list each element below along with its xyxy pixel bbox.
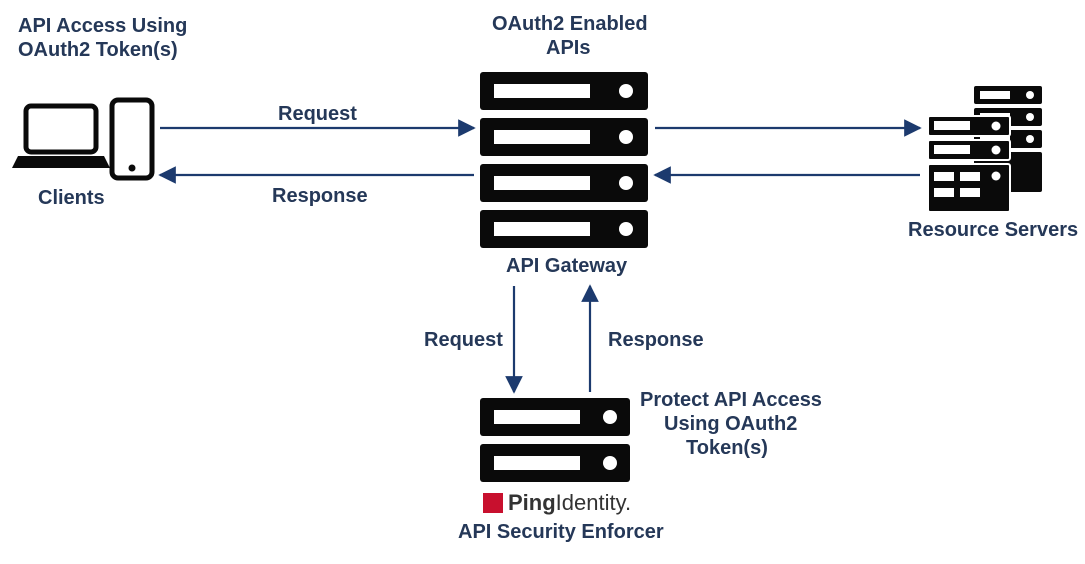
- gateway-title-line2: APIs: [546, 36, 590, 60]
- edge-label-response-vert: Response: [608, 328, 704, 352]
- server-stack-gateway-icon: [480, 72, 648, 248]
- protect-line1: Protect API Access: [640, 388, 822, 412]
- rack-icon: [928, 86, 1042, 212]
- brand-label: PingIdentity.: [508, 490, 631, 516]
- diagram-canvas: API Access Using OAuth2 Token(s) Clients…: [0, 0, 1085, 564]
- gateway-caption: API Gateway: [506, 254, 627, 278]
- resource-caption: Resource Servers: [908, 218, 1078, 242]
- enforcer-caption: API Security Enforcer: [458, 520, 664, 544]
- phone-icon: [112, 100, 152, 178]
- brand-ping: Ping: [508, 490, 556, 515]
- clients-caption: Clients: [38, 186, 105, 210]
- svg-layer: [0, 0, 1085, 564]
- clients-title-line2: OAuth2 Token(s): [18, 38, 178, 62]
- edge-label-request-top: Request: [278, 102, 357, 126]
- brand-identity: Identity.: [556, 490, 631, 515]
- laptop-icon: [12, 106, 110, 168]
- edge-label-response-top: Response: [272, 184, 368, 208]
- clients-title-line1: API Access Using: [18, 14, 187, 38]
- pingidentity-logo-icon: [483, 493, 503, 513]
- server-stack-enforcer-icon: [480, 398, 630, 482]
- gateway-title-line1: OAuth2 Enabled: [492, 12, 648, 36]
- edge-label-request-vert: Request: [424, 328, 503, 352]
- protect-line3: Token(s): [686, 436, 768, 460]
- protect-line2: Using OAuth2: [664, 412, 797, 436]
